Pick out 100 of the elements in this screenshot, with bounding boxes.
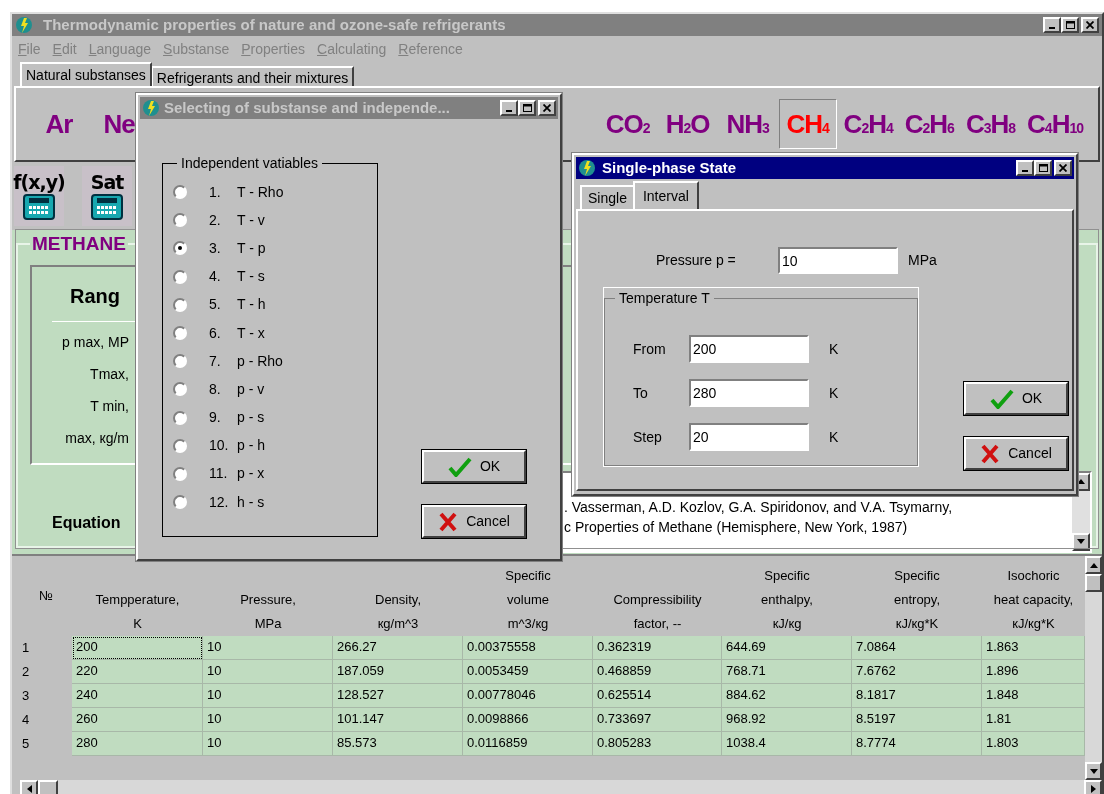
close-button[interactable] (1054, 160, 1072, 176)
row-number: 4 (21, 711, 31, 729)
radio-option[interactable]: 3. T - p (173, 234, 367, 263)
right-arrow-icon (1090, 785, 1096, 793)
close-icon (1086, 21, 1094, 29)
tool-button[interactable]: f(x,y) (14, 166, 64, 226)
calculator-icon (23, 193, 55, 220)
radio-button[interactable] (173, 213, 187, 228)
radio-option[interactable]: 5. T - h (173, 290, 367, 319)
tab[interactable]: Single (580, 185, 633, 209)
radio-option[interactable]: 6. T - x (173, 318, 367, 348)
scroll-left-button[interactable] (20, 780, 38, 794)
table-cell: 7.6762 (852, 660, 982, 684)
maximize-button[interactable] (1061, 17, 1079, 33)
dialog-title: Single-phase State (602, 157, 737, 178)
table-cell: 644.69 (722, 636, 852, 660)
unit-label: MPa (908, 251, 937, 270)
range-label: max, кg/m (65, 428, 129, 448)
table-cell: 200 (72, 636, 203, 660)
radio-button[interactable] (173, 269, 187, 284)
temperature-field[interactable]: 280 (689, 379, 809, 407)
table-cell: 10 (203, 684, 333, 708)
group-title: Temperature T (618, 289, 711, 308)
reference-text: . Vasserman, A.D. Kozlov, G.A. Spiridonov, and V.A. Tsymarny, (564, 497, 953, 517)
close-button[interactable] (1081, 17, 1099, 33)
radio-option[interactable]: 7. p - Rho (173, 347, 367, 376)
radio-button[interactable] (173, 466, 187, 481)
table-cell: 1.863 (982, 636, 1085, 660)
minimize-button[interactable] (1043, 17, 1061, 33)
radio-button[interactable] (173, 241, 187, 256)
tool-button[interactable]: Sat (82, 166, 132, 226)
cancel-button[interactable]: Cancel (422, 505, 526, 538)
table-cell: 1.848 (982, 684, 1085, 708)
table-cell: 8.5197 (852, 708, 982, 732)
table-cell: 1.896 (982, 660, 1085, 684)
table-cell: 220 (72, 660, 203, 684)
substance-button[interactable]: Ne (90, 99, 148, 149)
radio-option[interactable]: 1. T - Rho (173, 178, 367, 207)
column-header: Pressure, MPa (239, 591, 297, 633)
temperature-field[interactable]: 200 (689, 335, 809, 363)
range-label: T min, (90, 396, 129, 416)
radio-button[interactable] (173, 495, 187, 510)
check-icon (447, 456, 472, 477)
substance-button[interactable]: Ar (30, 99, 88, 149)
column-header: № (38, 587, 54, 605)
minimize-button[interactable] (500, 100, 518, 116)
temperature-field[interactable]: 20 (689, 423, 809, 451)
x-icon (438, 511, 459, 532)
maximize-button[interactable] (518, 100, 536, 116)
radio-option[interactable]: 10. p - h (173, 431, 367, 460)
left-arrow-icon (26, 785, 32, 793)
scroll-down-button[interactable] (1085, 762, 1102, 780)
radio-option[interactable]: 12. h - s (173, 488, 367, 517)
table-cell: 1.803 (982, 732, 1085, 756)
radio-option[interactable]: 4. T - s (173, 262, 367, 291)
scroll-thumb[interactable] (1085, 574, 1102, 592)
app-icon (142, 99, 160, 117)
radio-option[interactable]: 2. T - v (173, 206, 367, 235)
row-number: 2 (21, 663, 31, 681)
radio-option[interactable]: 9. p - s (173, 403, 367, 432)
table-cell: 0.0053459 (463, 660, 593, 684)
equation-label: Equation (52, 512, 121, 533)
table-cell: 0.00375558 (463, 636, 593, 660)
radio-button[interactable] (173, 185, 187, 200)
table-cell: 768.71 (722, 660, 852, 684)
cancel-button[interactable]: Cancel (964, 437, 1068, 470)
down-arrow-icon (1077, 539, 1085, 544)
pressure-field[interactable]: 10 (778, 247, 898, 274)
minimize-icon (506, 110, 512, 112)
minimize-button[interactable] (1016, 160, 1034, 176)
radio-button[interactable] (173, 410, 187, 425)
scroll-up-button[interactable] (1085, 556, 1102, 574)
ok-button[interactable]: OK (964, 382, 1068, 415)
maximize-icon (522, 104, 532, 112)
radio-option[interactable]: 8. p - v (173, 375, 367, 404)
radio-button[interactable] (173, 354, 187, 369)
close-button[interactable] (538, 100, 556, 116)
radio-option[interactable]: 11. p - x (173, 459, 367, 489)
window-title: Thermodynamic properties of nature and ozone-safe refrigerants (43, 14, 506, 35)
scroll-thumb[interactable] (38, 780, 58, 794)
tab[interactable]: Refrigerants and their mixtures (151, 66, 355, 86)
maximize-button[interactable] (1034, 160, 1052, 176)
tab[interactable]: Natural substanses (20, 62, 152, 86)
scroll-down-button[interactable] (1072, 532, 1090, 551)
table-cell: 280 (72, 732, 203, 756)
radio-button[interactable] (173, 438, 187, 453)
column-header: Specific entropy, кJ/кg*K (893, 567, 941, 633)
unit-label: K (829, 427, 839, 447)
ok-button[interactable]: OK (422, 450, 526, 483)
table-cell: 884.62 (722, 684, 852, 708)
radio-button[interactable] (173, 326, 187, 341)
table-cell: 10 (203, 732, 333, 756)
table-cell: 8.7774 (852, 732, 982, 756)
scroll-right-button[interactable] (1084, 780, 1102, 794)
table-cell: 0.0098866 (463, 708, 593, 732)
column-header: Compressibility factor, -- (612, 591, 703, 633)
column-header: Density, кg/m^3 (374, 591, 422, 633)
tab[interactable]: Interval (632, 181, 699, 209)
radio-button[interactable] (173, 297, 187, 312)
radio-button[interactable] (173, 382, 187, 397)
